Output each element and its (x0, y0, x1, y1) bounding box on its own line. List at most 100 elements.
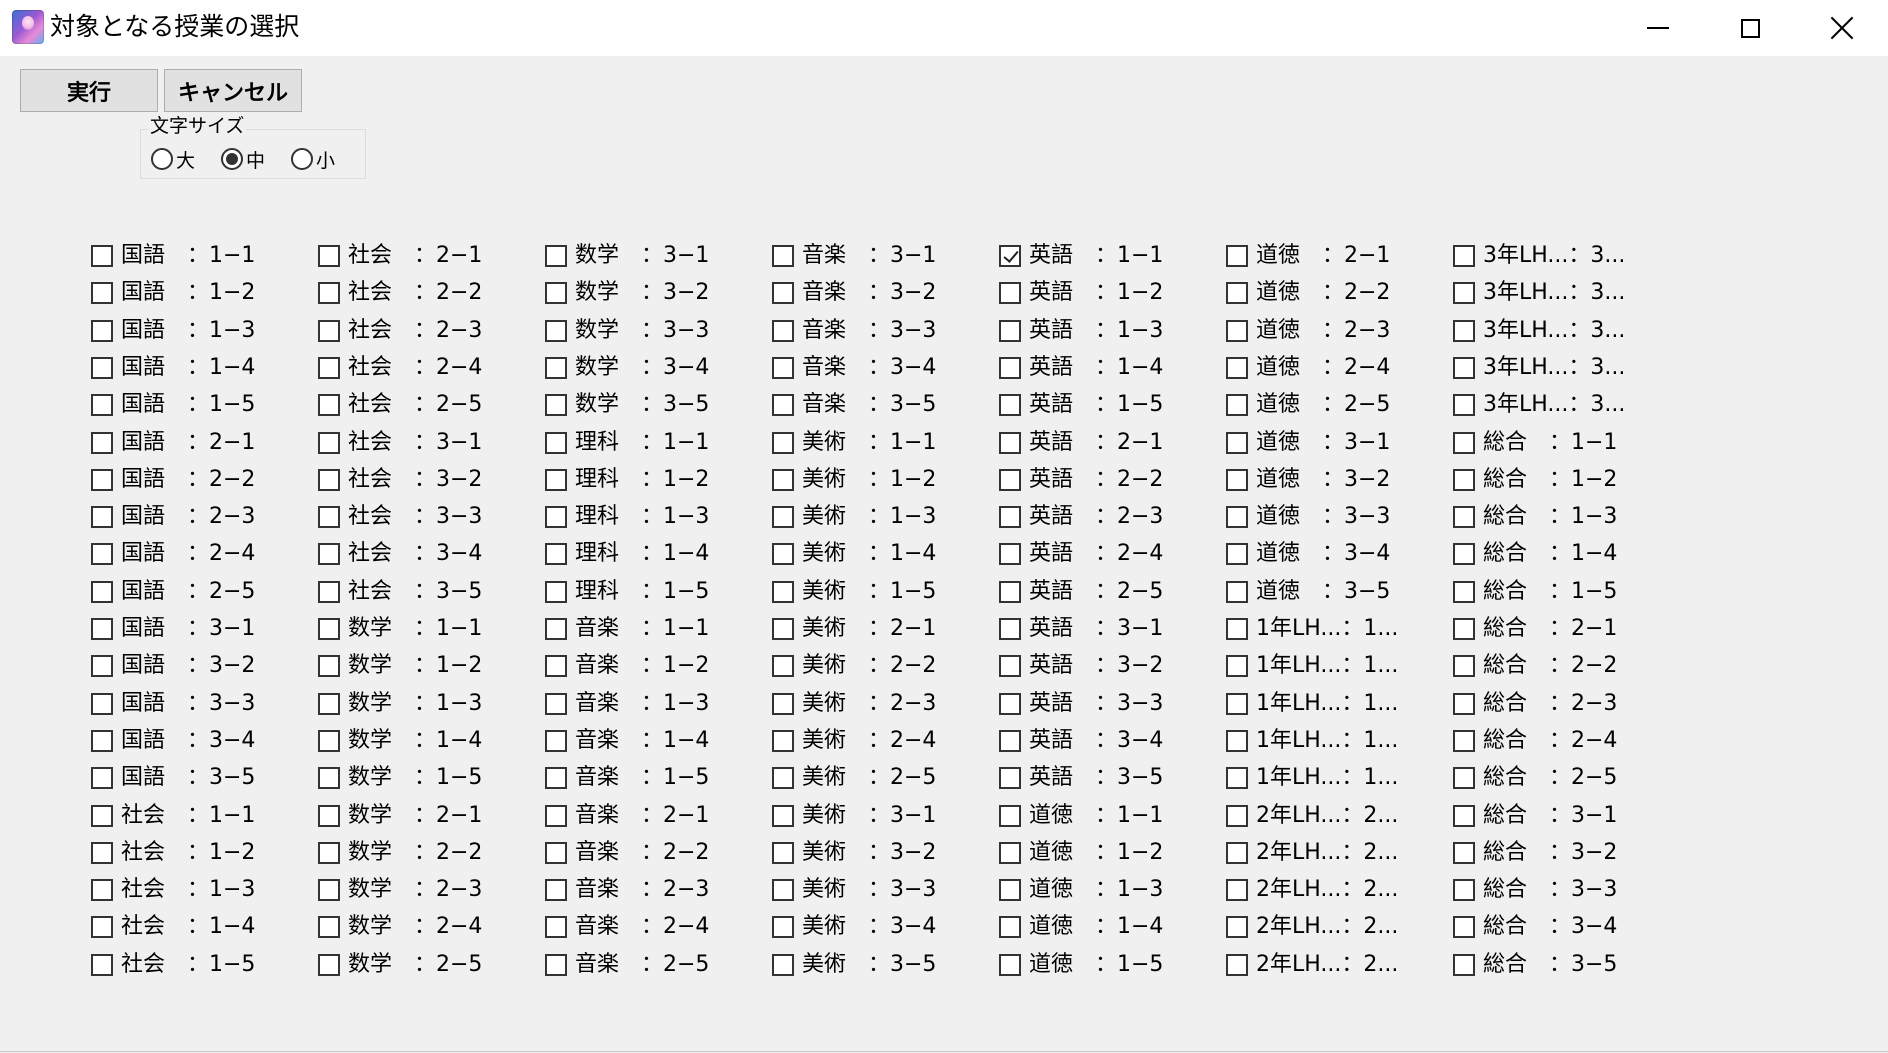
class-checkbox[interactable]: 国語 ：2−3 (91, 503, 255, 531)
class-checkbox[interactable]: 美術 ：2−5 (772, 764, 936, 792)
class-checkbox[interactable]: 英語 ：3−1 (999, 615, 1163, 643)
class-checkbox[interactable]: 1年LH...：1... (1226, 652, 1398, 680)
class-checkbox[interactable]: 国語 ：3−1 (91, 615, 255, 643)
class-checkbox[interactable]: 総合 ：2−5 (1453, 764, 1617, 792)
class-checkbox[interactable]: 国語 ：2−5 (91, 578, 255, 606)
class-checkbox[interactable]: 社会 ：1−2 (91, 839, 255, 867)
class-checkbox[interactable]: 音楽 ：1−5 (545, 764, 709, 792)
class-checkbox[interactable]: 数学 ：1−4 (318, 727, 482, 755)
class-checkbox[interactable]: 数学 ：2−4 (318, 913, 482, 941)
close-button[interactable] (1796, 0, 1888, 56)
class-checkbox[interactable]: 総合 ：3−4 (1453, 913, 1617, 941)
class-checkbox[interactable]: 2年LH...：2... (1226, 802, 1398, 830)
title-bar[interactable]: 対象となる授業の選択 (0, 0, 1888, 56)
class-checkbox[interactable]: 総合 ：1−1 (1453, 429, 1617, 457)
class-checkbox[interactable]: 数学 ：3−3 (545, 317, 709, 345)
class-checkbox[interactable]: 音楽 ：1−2 (545, 652, 709, 680)
class-checkbox[interactable]: 英語 ：3−5 (999, 764, 1163, 792)
minimize-button[interactable] (1612, 0, 1704, 56)
class-checkbox[interactable]: 社会 ：1−3 (91, 876, 255, 904)
class-checkbox[interactable]: 総合 ：3−1 (1453, 802, 1617, 830)
class-checkbox[interactable]: 国語 ：1−3 (91, 317, 255, 345)
class-checkbox[interactable]: 総合 ：2−1 (1453, 615, 1617, 643)
maximize-button[interactable] (1704, 0, 1796, 56)
class-checkbox[interactable]: 1年LH...：1... (1226, 615, 1398, 643)
class-checkbox[interactable]: 英語 ：1−5 (999, 391, 1163, 419)
class-checkbox[interactable]: 英語 ：3−4 (999, 727, 1163, 755)
class-checkbox[interactable]: 2年LH...：2... (1226, 951, 1398, 979)
class-checkbox[interactable]: 国語 ：1−5 (91, 391, 255, 419)
class-checkbox[interactable]: 美術 ：3−4 (772, 913, 936, 941)
class-checkbox[interactable]: 英語 ：1−4 (999, 354, 1163, 382)
class-checkbox[interactable]: 数学 ：3−4 (545, 354, 709, 382)
class-checkbox[interactable]: 英語 ：2−2 (999, 466, 1163, 494)
class-checkbox[interactable]: 道徳 ：3−5 (1226, 578, 1390, 606)
class-checkbox[interactable]: 数学 ：2−1 (318, 802, 482, 830)
class-checkbox[interactable]: 数学 ：2−3 (318, 876, 482, 904)
class-checkbox[interactable]: 道徳 ：3−1 (1226, 429, 1390, 457)
class-checkbox[interactable]: 音楽 ：3−5 (772, 391, 936, 419)
class-checkbox[interactable]: 美術 ：1−4 (772, 540, 936, 568)
class-checkbox[interactable]: 3年LH...：3... (1453, 391, 1625, 419)
class-checkbox[interactable]: 美術 ：3−1 (772, 802, 936, 830)
class-checkbox[interactable]: 美術 ：2−3 (772, 690, 936, 718)
class-checkbox[interactable]: 社会 ：1−4 (91, 913, 255, 941)
class-checkbox[interactable]: 2年LH...：2... (1226, 876, 1398, 904)
class-checkbox[interactable]: 美術 ：1−5 (772, 578, 936, 606)
class-checkbox[interactable]: 理科 ：1−1 (545, 429, 709, 457)
class-checkbox[interactable]: 道徳 ：1−4 (999, 913, 1163, 941)
class-checkbox[interactable]: 理科 ：1−4 (545, 540, 709, 568)
class-checkbox[interactable]: 数学 ：1−1 (318, 615, 482, 643)
class-checkbox[interactable]: 英語 ：2−1 (999, 429, 1163, 457)
class-checkbox[interactable]: 道徳 ：1−3 (999, 876, 1163, 904)
class-checkbox[interactable]: 音楽 ：2−2 (545, 839, 709, 867)
class-checkbox[interactable]: 社会 ：3−3 (318, 503, 482, 531)
class-checkbox[interactable]: 美術 ：3−2 (772, 839, 936, 867)
class-checkbox[interactable]: 美術 ：1−3 (772, 503, 936, 531)
class-checkbox[interactable]: 音楽 ：1−1 (545, 615, 709, 643)
class-checkbox[interactable]: 総合 ：1−3 (1453, 503, 1617, 531)
class-checkbox[interactable]: 国語 ：3−5 (91, 764, 255, 792)
class-checkbox[interactable]: 英語 ：1−1 (999, 242, 1163, 270)
class-checkbox[interactable]: 国語 ：1−1 (91, 242, 255, 270)
class-checkbox[interactable]: 国語 ：2−4 (91, 540, 255, 568)
class-checkbox[interactable]: 音楽 ：3−4 (772, 354, 936, 382)
class-checkbox[interactable]: 理科 ：1−3 (545, 503, 709, 531)
class-checkbox[interactable]: 総合 ：1−5 (1453, 578, 1617, 606)
class-checkbox[interactable]: 数学 ：1−3 (318, 690, 482, 718)
class-checkbox[interactable]: 2年LH...：2... (1226, 839, 1398, 867)
class-checkbox[interactable]: 1年LH...：1... (1226, 764, 1398, 792)
class-checkbox[interactable]: 総合 ：3−3 (1453, 876, 1617, 904)
class-checkbox[interactable]: 道徳 ：3−3 (1226, 503, 1390, 531)
class-checkbox[interactable]: 1年LH...：1... (1226, 727, 1398, 755)
class-checkbox[interactable]: 音楽 ：2−5 (545, 951, 709, 979)
class-checkbox[interactable]: 国語 ：3−4 (91, 727, 255, 755)
class-checkbox[interactable]: 音楽 ：2−4 (545, 913, 709, 941)
class-checkbox[interactable]: 国語 ：3−2 (91, 652, 255, 680)
class-checkbox[interactable]: 社会 ：2−5 (318, 391, 482, 419)
class-checkbox[interactable]: 数学 ：3−2 (545, 279, 709, 307)
class-checkbox[interactable]: 道徳 ：2−4 (1226, 354, 1390, 382)
class-checkbox[interactable]: 数学 ：1−2 (318, 652, 482, 680)
class-checkbox[interactable]: 音楽 ：1−4 (545, 727, 709, 755)
class-checkbox[interactable]: 1年LH...：1... (1226, 690, 1398, 718)
class-checkbox[interactable]: 理科 ：1−2 (545, 466, 709, 494)
cancel-button[interactable]: キャンセル (164, 69, 302, 112)
class-checkbox[interactable]: 数学 ：3−1 (545, 242, 709, 270)
class-checkbox[interactable]: 理科 ：1−5 (545, 578, 709, 606)
class-checkbox[interactable]: 社会 ：3−5 (318, 578, 482, 606)
class-checkbox[interactable]: 英語 ：3−3 (999, 690, 1163, 718)
class-checkbox[interactable]: 社会 ：2−4 (318, 354, 482, 382)
class-checkbox[interactable]: 美術 ：2−4 (772, 727, 936, 755)
class-checkbox[interactable]: 道徳 ：3−2 (1226, 466, 1390, 494)
class-checkbox[interactable]: 国語 ：1−2 (91, 279, 255, 307)
class-checkbox[interactable]: 国語 ：2−2 (91, 466, 255, 494)
class-checkbox[interactable]: 道徳 ：1−2 (999, 839, 1163, 867)
class-checkbox[interactable]: 道徳 ：1−1 (999, 802, 1163, 830)
class-checkbox[interactable]: 3年LH...：3... (1453, 317, 1625, 345)
class-checkbox[interactable]: 社会 ：1−1 (91, 802, 255, 830)
class-checkbox[interactable]: 英語 ：2−5 (999, 578, 1163, 606)
class-checkbox[interactable]: 総合 ：1−4 (1453, 540, 1617, 568)
font-size-small-radio[interactable]: 小 (291, 145, 335, 173)
font-size-medium-radio[interactable]: 中 (221, 145, 265, 173)
